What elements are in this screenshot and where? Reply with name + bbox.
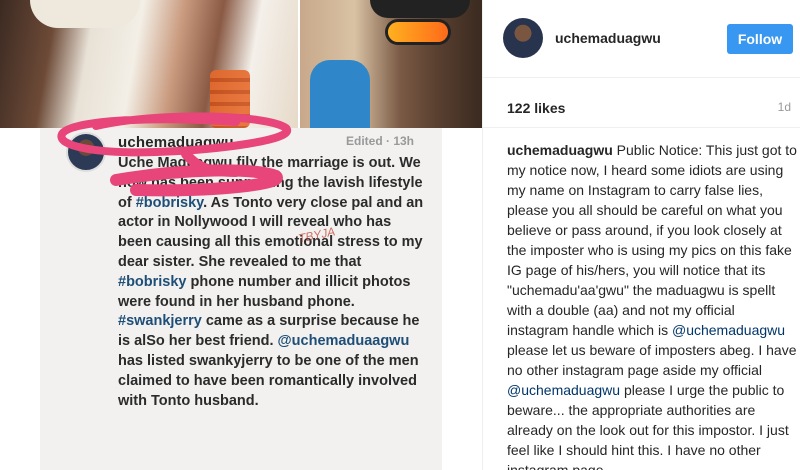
post-media: uchemaduagwu Edited · 13h Uche Maduagwu … (0, 0, 482, 470)
screenshot-post-card: uchemaduagwu Edited · 13h Uche Maduagwu … (40, 128, 442, 470)
caption-text-2: please let us beware of imposters abeg. … (507, 342, 797, 378)
couple-photo (0, 0, 298, 128)
post-sidebar: uchemaduagwu Follow 122 likes 1d uchemad… (482, 0, 800, 470)
shirt-shape (310, 60, 370, 128)
post-text-run: has listed swankyjerry to be one of the … (118, 352, 419, 409)
avatar[interactable] (503, 18, 543, 58)
hashtag-link[interactable]: @uchemaduaagwu (278, 333, 410, 349)
avatar (66, 132, 106, 172)
likes-row: 122 likes 1d (483, 78, 800, 128)
hashtag-link[interactable]: #bobrisky (118, 274, 187, 290)
post-card-username: uchemaduagwu (118, 134, 234, 151)
beads-shape (210, 70, 250, 128)
caption-mention-1[interactable]: @uchemaduagwu (672, 322, 785, 338)
selfie-photo (300, 0, 482, 128)
sidebar-username[interactable]: uchemaduagwu (555, 30, 661, 46)
post-age[interactable]: 1d (778, 100, 791, 114)
post-text-run: Uche Maduagwu fi (118, 155, 246, 171)
likes-count[interactable]: 122 likes (507, 100, 565, 116)
caption-mention-2[interactable]: @uchemaduagwu (507, 382, 620, 398)
cap-shape (30, 0, 140, 28)
edited-timestamp: Edited · 13h (345, 134, 414, 148)
post-text-run: ly the marriage (245, 155, 349, 171)
photo-collage (0, 0, 482, 128)
post-card-text: Uche Maduagwu fily the marriage is out. … (118, 154, 424, 411)
follow-button[interactable]: Follow (727, 24, 793, 54)
hashtag-link[interactable]: #bobrisky (136, 195, 203, 211)
hashtag-link[interactable]: #swankjerry (118, 313, 202, 329)
caption-username[interactable]: uchemaduagwu (507, 142, 613, 158)
caption: uchemaduagwu Public Notice: This just go… (507, 140, 797, 470)
sidebar-header: uchemaduagwu Follow (483, 0, 800, 78)
hat-shape (370, 0, 470, 18)
sunglasses-shape (388, 22, 448, 42)
caption-text-1: Public Notice: This just got to my notic… (507, 142, 797, 338)
